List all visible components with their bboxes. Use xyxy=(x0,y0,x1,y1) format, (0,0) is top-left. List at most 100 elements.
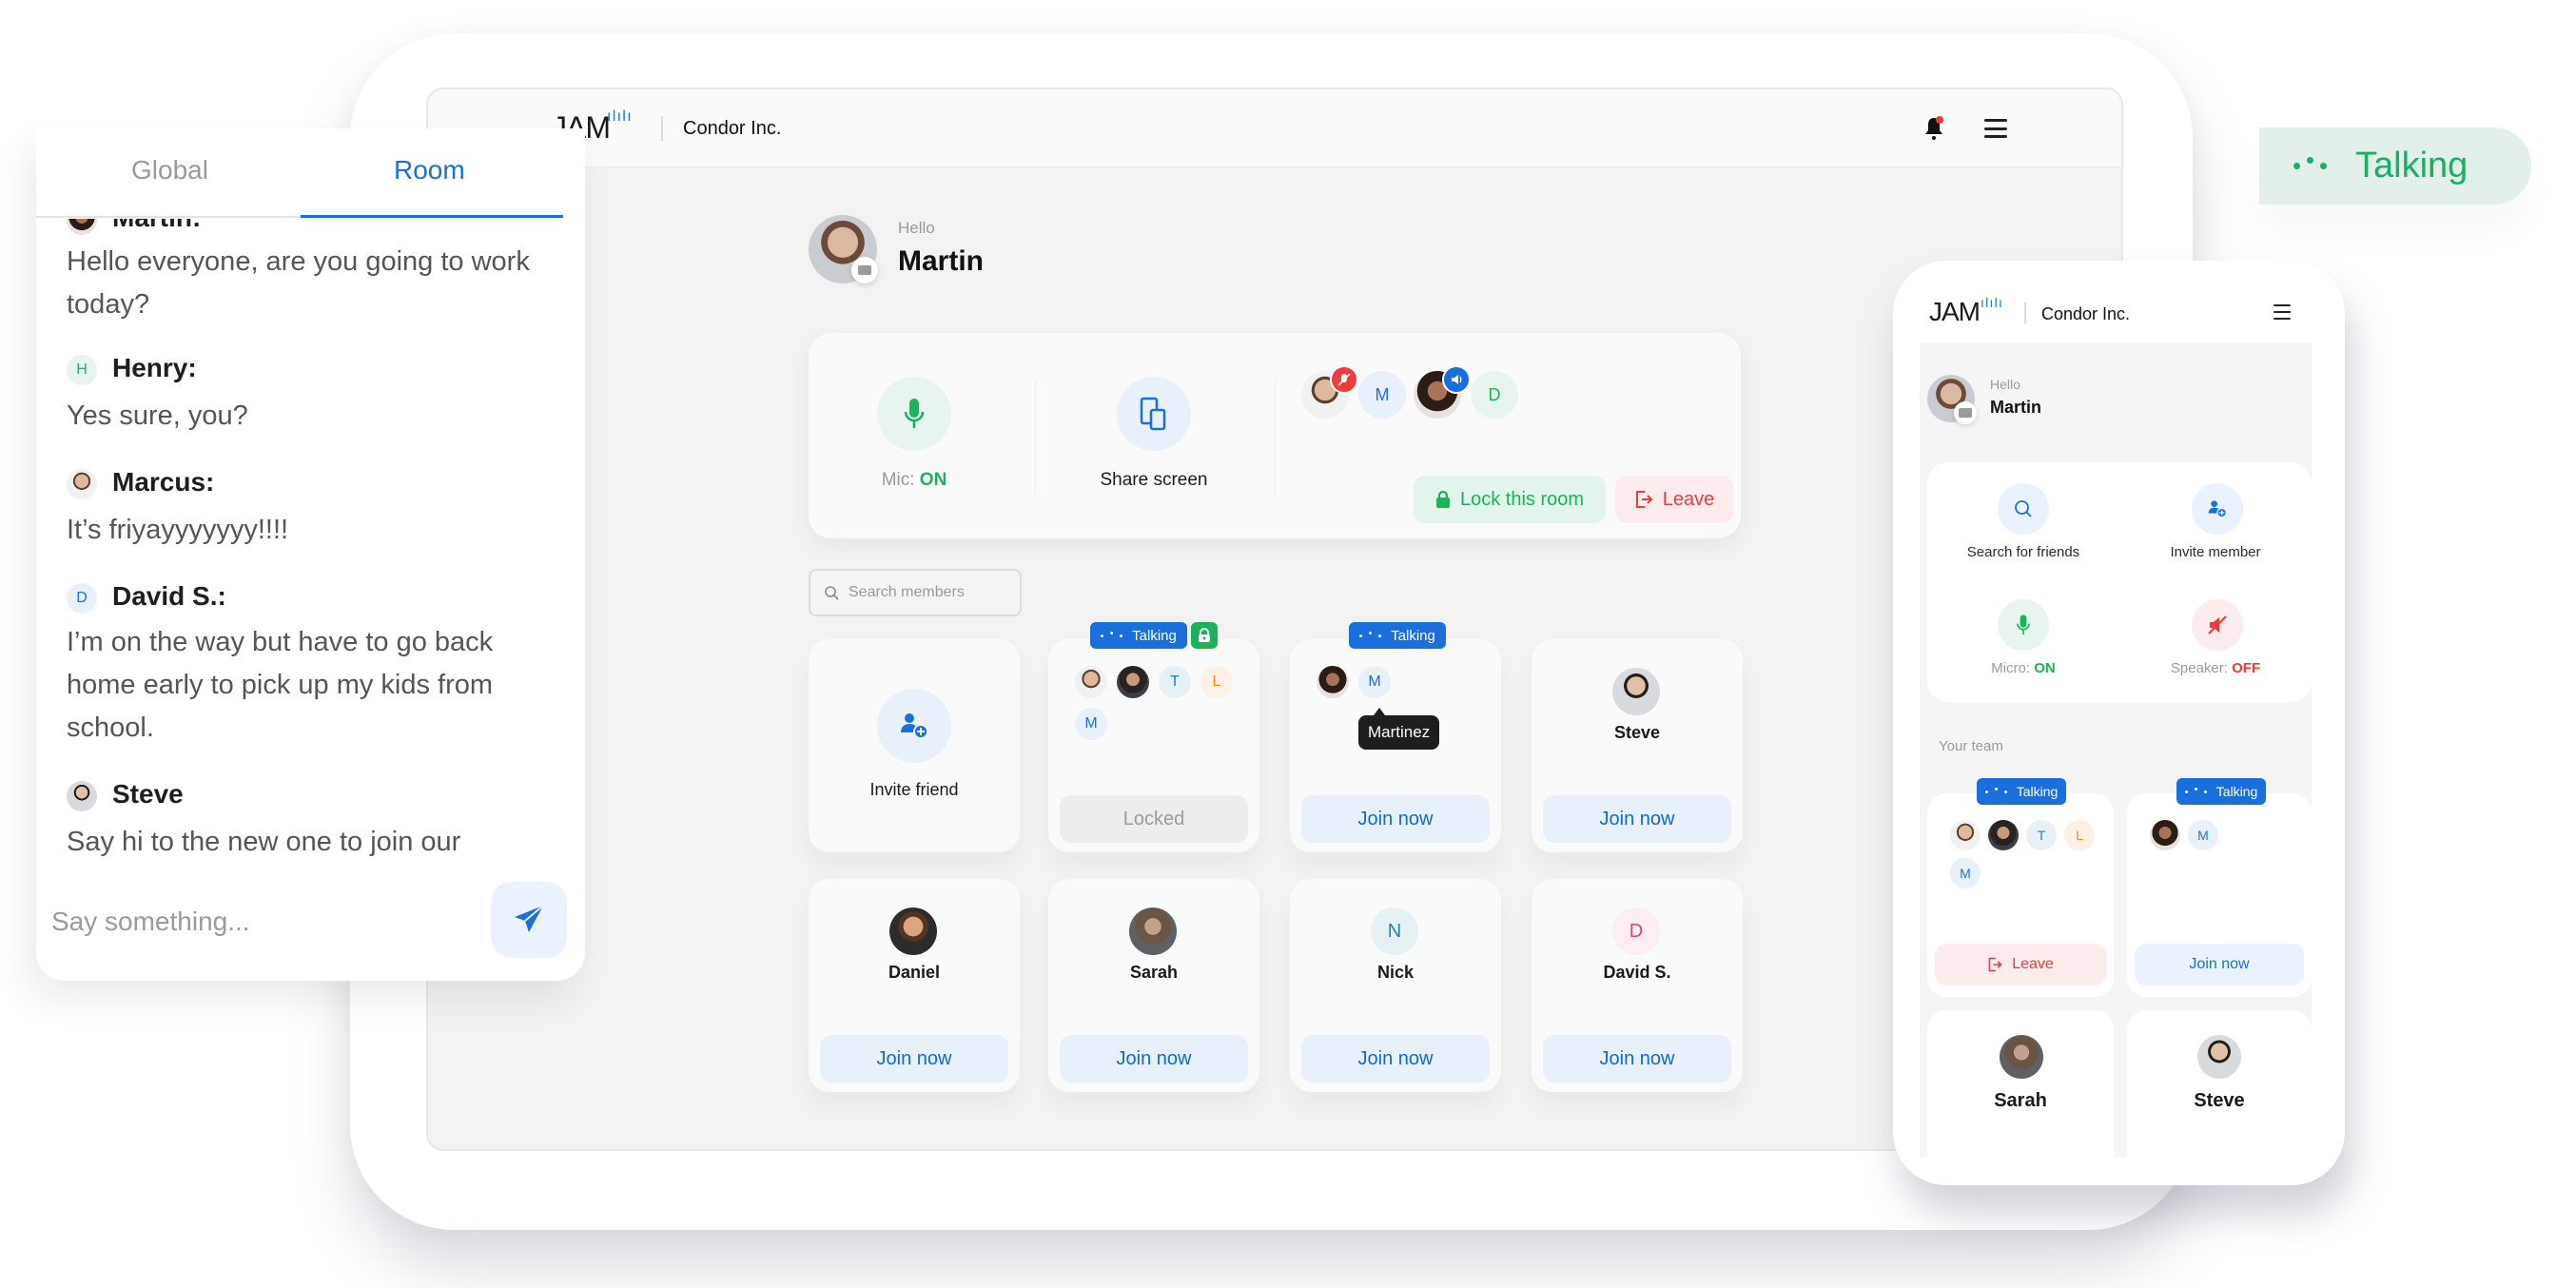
header-divider xyxy=(661,116,663,141)
chat-message-input[interactable]: Say something... xyxy=(51,907,250,937)
join-button[interactable]: Join now xyxy=(820,1035,1008,1083)
speaker-label: Speaker: xyxy=(2170,660,2228,676)
chat-message: Say hi to the new one to join our xyxy=(67,827,461,857)
mobile-leave-button[interactable]: Leave xyxy=(1935,944,2106,986)
share-screen-button[interactable] xyxy=(1117,377,1191,451)
chat-author: David S.: xyxy=(112,581,226,611)
speaker-toggle-button[interactable] xyxy=(2192,599,2243,651)
mic-state: ON xyxy=(919,470,947,490)
participant-initial[interactable]: M xyxy=(1358,371,1406,419)
chat-author: Marcus: xyxy=(112,467,215,497)
join-room-button[interactable]: Join now xyxy=(1301,795,1490,843)
lock-icon xyxy=(1435,490,1450,508)
mobile-actions-panel: Search for friends Invite member Micro: … xyxy=(1927,462,2312,702)
participant-initial[interactable]: D xyxy=(1471,371,1518,419)
room-member-initial: T xyxy=(1159,666,1191,698)
search-friends-button[interactable] xyxy=(1998,483,2049,535)
send-button[interactable] xyxy=(491,882,567,958)
mobile-header: JAM ıǀıǀı Condor Inc. xyxy=(1920,282,2312,342)
invite-member-button[interactable] xyxy=(2192,483,2243,535)
invite-friend-card[interactable]: Invite friend xyxy=(809,639,1020,852)
join-button[interactable]: Join now xyxy=(1543,795,1731,843)
share-screen-label: Share screen xyxy=(1100,470,1208,490)
member-card: Sarah Join now xyxy=(1048,879,1259,1092)
member-name: Daniel xyxy=(888,963,941,982)
room-member-avatar xyxy=(1950,820,1981,850)
tab-room[interactable]: Room xyxy=(394,155,465,185)
join-button[interactable]: Join now xyxy=(1060,1035,1248,1083)
camera-icon[interactable] xyxy=(1954,401,1977,424)
member-name-tooltip: Martinez xyxy=(1358,708,1440,750)
chat-author: Henry: xyxy=(112,353,197,382)
talking-label: Talking xyxy=(2355,146,2469,185)
mobile-company-name: Condor Inc. xyxy=(2041,304,2131,323)
micro-status-label: Micro: ON xyxy=(1927,660,2119,676)
chat-tabs: Global Room xyxy=(36,128,585,219)
micro-state: ON xyxy=(2034,660,2056,676)
mobile-greeting-hello: Hello xyxy=(1990,377,2020,392)
speaker-off-icon xyxy=(2208,615,2227,634)
chat-message: Yes sure, you? xyxy=(67,400,248,431)
member-card: D David S. Join now xyxy=(1532,879,1743,1092)
locked-button: Locked xyxy=(1060,795,1248,843)
hamburger-menu-icon[interactable] xyxy=(1984,119,2007,138)
control-separator xyxy=(1035,381,1036,495)
room-member-initial: M xyxy=(1075,708,1107,740)
chat-message: Hello everyone, are you going to work to… xyxy=(67,246,530,320)
leave-room-button[interactable]: Leave xyxy=(1615,476,1733,523)
talking-dots-icon xyxy=(1359,631,1382,637)
member-initial: D xyxy=(1612,907,1660,955)
invite-friend-button[interactable] xyxy=(877,689,951,763)
member-card: N Nick Join now xyxy=(1290,879,1501,1092)
member-avatar xyxy=(1129,907,1177,955)
member-card: Daniel Join now xyxy=(809,879,1020,1092)
room-member-avatar xyxy=(1117,666,1149,698)
talking-label: Talking xyxy=(2016,784,2059,799)
chat-author-avatar xyxy=(67,469,97,499)
room-member-initial: L xyxy=(1200,666,1233,698)
member-name: Steve xyxy=(2194,1090,2245,1111)
speaker-icon xyxy=(1442,365,1471,394)
room-card: M Martinez Join now xyxy=(1290,639,1501,852)
header-divider xyxy=(2024,302,2026,323)
join-button[interactable]: Join now xyxy=(1543,1035,1731,1083)
mobile-device-frame: JAM ıǀıǀı Condor Inc. Hello Martin Searc… xyxy=(1893,261,2345,1185)
mobile-app-screen: JAM ıǀıǀı Condor Inc. Hello Martin Searc… xyxy=(1920,282,2312,1157)
talking-dots-icon xyxy=(2184,787,2207,793)
chat-message: It’s friyayyyyyyy!!!! xyxy=(67,515,289,545)
mobile-member-card: Sarah xyxy=(1927,1010,2114,1157)
leave-label: Leave xyxy=(2012,956,2054,972)
mobile-room-card: T L M Leave xyxy=(1927,793,2114,997)
room-member-avatar xyxy=(2150,820,2180,850)
mic-toggle-button[interactable] xyxy=(877,377,951,451)
talking-dots-icon xyxy=(1101,631,1123,637)
member-avatar xyxy=(2000,1035,2043,1079)
mobile-hamburger-menu-icon[interactable] xyxy=(2274,304,2291,320)
talking-status-pill: Talking xyxy=(2259,127,2531,205)
notification-bell-icon[interactable] xyxy=(1923,116,1944,141)
mobile-jam-logo[interactable]: JAM ıǀıǀı xyxy=(1929,295,2002,327)
tab-global[interactable]: Global xyxy=(131,155,208,185)
micro-label: Micro: xyxy=(1991,660,2031,676)
lock-room-button[interactable]: Lock this room xyxy=(1414,476,1606,523)
room-member-avatar xyxy=(1317,666,1349,698)
chat-author-initial: H xyxy=(67,355,97,385)
mobile-join-button[interactable]: Join now xyxy=(2135,944,2304,986)
sound-wave-icon: ıǀıǀı xyxy=(607,108,633,125)
muted-icon xyxy=(1330,365,1358,394)
join-button[interactable]: Join now xyxy=(1301,1035,1490,1083)
room-member-initial: T xyxy=(2026,820,2057,850)
search-friends-label: Search for friends xyxy=(1966,544,2080,560)
room-member-initial[interactable]: M xyxy=(1358,666,1391,698)
member-initial: N xyxy=(1371,907,1418,955)
search-members-input[interactable]: Search members xyxy=(809,569,1022,616)
member-avatar xyxy=(1612,668,1660,715)
lock-room-label: Lock this room xyxy=(1459,488,1585,510)
lock-icon xyxy=(1191,622,1218,649)
sound-wave-icon: ıǀıǀı xyxy=(1981,295,2003,310)
room-member-avatar xyxy=(1988,820,2019,850)
micro-toggle-button[interactable] xyxy=(1998,599,2049,651)
camera-icon[interactable] xyxy=(851,257,878,283)
mobile-room-card: M Join now xyxy=(2127,793,2312,997)
send-icon xyxy=(515,905,544,932)
